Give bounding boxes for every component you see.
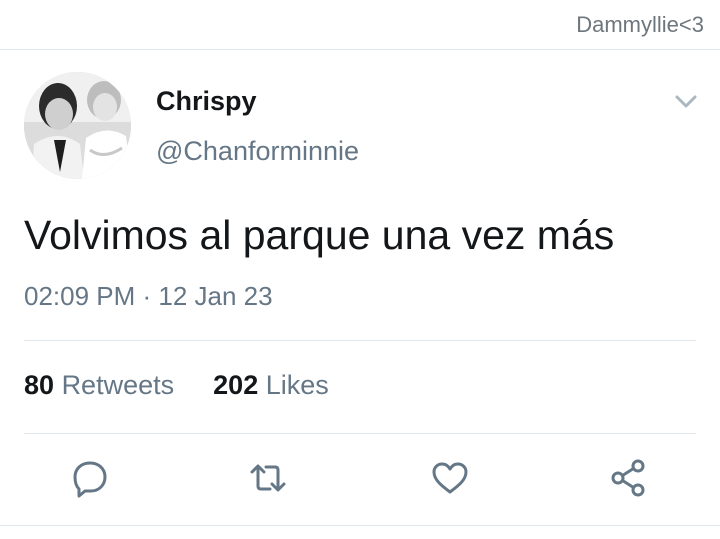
- share-icon: [611, 459, 645, 497]
- reply-icon: [73, 461, 107, 498]
- reply-button[interactable]: [70, 458, 110, 498]
- user-handle[interactable]: @Chanforminnie: [156, 136, 359, 167]
- retweet-stat[interactable]: 80 Retweets: [24, 370, 182, 400]
- heart-icon: [432, 462, 468, 494]
- divider: [24, 433, 696, 434]
- tweet-stats: 80 Retweets 202 Likes: [24, 370, 329, 401]
- share-button[interactable]: [608, 458, 648, 498]
- like-stat[interactable]: 202 Likes: [213, 370, 329, 400]
- watermark: Dammyllie<3: [576, 12, 704, 37]
- like-label: Likes: [265, 370, 329, 400]
- chevron-down-icon[interactable]: [672, 90, 700, 112]
- bottom-divider: [0, 525, 720, 526]
- top-divider: [0, 49, 720, 50]
- like-count: 202: [213, 370, 259, 400]
- retweet-icon: [250, 464, 286, 492]
- avatar[interactable]: [24, 72, 131, 179]
- tweet-timestamp[interactable]: 02:09 PM · 12 Jan 23: [24, 281, 273, 312]
- avatar-photo: [24, 72, 131, 179]
- tweet-text: Volvimos al parque una vez más: [24, 212, 615, 258]
- divider: [24, 340, 696, 341]
- retweet-count: 80: [24, 370, 55, 400]
- retweet-label: Retweets: [61, 370, 175, 400]
- retweet-button[interactable]: [248, 458, 288, 498]
- display-name[interactable]: Chrispy: [156, 86, 257, 117]
- like-button[interactable]: [430, 458, 470, 498]
